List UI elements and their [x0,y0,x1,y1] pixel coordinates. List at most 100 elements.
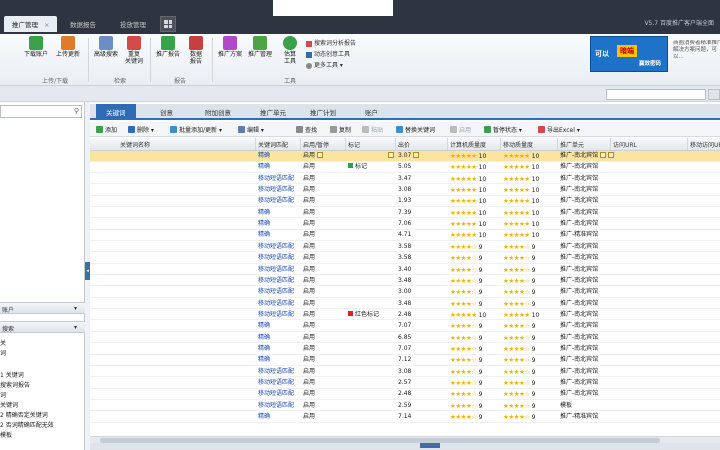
bid-cell[interactable]: 4.71 [398,231,411,239]
advertisement-banner[interactable]: 可以 暗端 赢效密码 [590,36,668,72]
match-type-cell[interactable]: 精确 [258,334,270,342]
bid-cell[interactable]: 3.58 [398,243,411,251]
table-row[interactable]: 移动短语匹配 启用 2.57 ★★★★☆ 9 ★★★★☆ 9 推广-南北宾馆 [90,378,720,389]
search-term-report-link[interactable]: 搜索词分析报告 [306,38,356,47]
status-cell[interactable]: 启用 [303,254,315,262]
match-type-cell[interactable]: 移动短语匹配 [258,175,294,183]
match-type-cell[interactable]: 精确 [258,231,270,239]
ad-group-cell[interactable]: 推广-南北宾馆 [560,288,598,296]
ad-group-cell[interactable]: 推广-南北宾馆 [560,300,598,308]
table-row[interactable]: 精确 启用 7.06 ★★★★★ 10 ★★★★★ 10 推广-南北宾馆 [90,219,720,230]
edit-icon[interactable] [413,152,420,158]
bid-cell[interactable]: 7.06 [398,220,411,228]
bid-cell[interactable]: 3.47 [398,175,411,183]
panel-header-account[interactable]: 账户 ▾ [0,302,85,314]
mark-cell[interactable]: 标记 [348,163,367,171]
ad-group-cell[interactable]: 推广-南北宾馆 [560,311,598,319]
bid-cell[interactable]: 2.48 [398,390,411,398]
status-cell[interactable]: 启用 [303,356,315,364]
account-search-input[interactable] [606,89,706,100]
column-divider[interactable] [500,138,501,151]
status-cell[interactable]: 启用 [303,197,315,205]
promotion-manage-button[interactable]: 推广管理 [244,36,276,58]
bid-cell[interactable]: 1.93 [398,197,411,205]
table-row[interactable]: 移动短语匹配 启用 3.58 ★★★★☆ 9 ★★★★☆ 9 推广-南北宾馆 [90,242,720,253]
ad-group-cell[interactable]: 推广-南北宾馆 [560,379,598,387]
edit-button[interactable]: 编辑 ▾ [238,125,264,134]
table-row[interactable]: 移动短语匹配 启用 3.40 ★★★★☆ 9 ★★★★☆ 9 推广-南北宾馆 [90,265,720,276]
status-cell[interactable]: 启用 [303,402,315,410]
col-mobile-url[interactable]: 移动访问URL [690,140,720,149]
table-row[interactable]: 精确 启用 7.14 ★★★★☆ 9 ★★★★☆ 9 推广-精准宾馆 [90,412,720,423]
table-row[interactable]: 精确 启用 标记 5.05 ★★★★★ 10 ★★★★★ 10 推广-南北宾馆 [90,162,720,173]
match-type-cell[interactable]: 移动短语匹配 [258,311,294,319]
bid-cell[interactable]: 5.05 [398,163,411,171]
table-row[interactable]: 精确 启用 7.07 ★★★★☆ 9 ★★★★☆ 9 推广-南北宾馆 [90,344,720,355]
tree-item[interactable]: 关键词 [0,400,18,409]
table-row[interactable]: 移动短语匹配 启用 3.00 ★★★★☆ 9 ★★★★☆ 9 推广-南北宾馆 [90,287,720,298]
ad-group-cell[interactable]: 推广-精准宾馆 [560,231,598,239]
status-cell[interactable]: 启用 [303,152,323,160]
bid-cell[interactable]: 7.14 [398,413,411,421]
bid-cell[interactable]: 2.57 [398,379,411,387]
match-type-cell[interactable]: 精确 [258,356,270,364]
match-type-cell[interactable]: 移动短语匹配 [258,390,294,398]
status-cell[interactable]: 启用 [303,231,315,239]
status-cell[interactable]: 启用 [303,390,315,398]
download-account-button[interactable]: 下载账户 [20,36,52,58]
close-icon[interactable]: × [44,21,49,29]
col-mobile-quality[interactable]: 移动质量度 [503,140,533,149]
status-cell[interactable]: 启用 [303,220,315,228]
bid-cell[interactable]: 7.12 [398,356,411,364]
column-divider[interactable] [687,138,688,151]
match-type-cell[interactable]: 移动短语匹配 [258,197,294,205]
search-icon[interactable]: ⚲ [74,107,79,115]
status-cell[interactable]: 启用 [303,413,315,421]
ad-group-cell[interactable]: 推广-南北宾馆 [560,209,598,217]
status-cell[interactable]: 启用 [303,368,315,376]
status-cell[interactable]: 启用 [303,379,315,387]
col-url[interactable]: 访问URL [613,140,637,149]
table-row[interactable]: 移动短语匹配 启用 3.58 ★★★★☆ 9 ★★★★☆ 9 推广-南北宾馆 [90,253,720,264]
match-type-cell[interactable]: 移动短语匹配 [258,266,294,274]
tree-item[interactable]: 关 [0,338,6,347]
bid-cell[interactable]: 3.07 [398,152,420,160]
status-cell[interactable]: 启用 [303,345,315,353]
enable-button[interactable]: 启用 [450,125,471,134]
match-type-cell[interactable]: 移动短语匹配 [258,254,294,262]
add-button[interactable]: 添加 [96,125,117,134]
tab-extra-creative[interactable]: 附加创意 [205,107,231,117]
ad-description[interactable]: 商圈消费者精准推广解决方案问题，可以... [673,40,720,70]
mark-cell[interactable]: 红色标记 [348,310,379,319]
export-excel-button[interactable]: 导出Excel ▾ [538,125,580,134]
batch-add-button[interactable]: 批量添加/更新 ▾ [170,125,222,134]
upload-update-button[interactable]: 上传更新 [52,36,84,58]
tab-keywords[interactable]: 关键词 [96,104,136,120]
col-keyword[interactable]: 关键词名称 [120,140,150,149]
col-ad-group[interactable]: 推广单元 [560,140,584,149]
ad-group-cell[interactable]: 推广-南北宾馆 [560,277,598,285]
match-type-cell[interactable]: 精确 [258,220,270,228]
column-divider[interactable] [395,138,396,151]
col-match[interactable]: 关键词匹配 [258,140,288,149]
status-cell[interactable]: 启用 [303,322,315,330]
match-type-cell[interactable]: 精确 [258,413,270,421]
bid-cell[interactable]: 6.85 [398,334,411,342]
paste-button[interactable]: 粘贴 [362,125,383,134]
col-mark[interactable]: 标记 [348,140,360,149]
col-pc-quality[interactable]: 计算机质量度 [450,140,486,149]
expand-panel-handle[interactable] [420,443,440,448]
table-row[interactable]: 精确 启用 7.39 ★★★★★ 10 ★★★★★ 10 推广-南北宾馆 [90,208,720,219]
ad-group-cell[interactable]: 推广-南北宾馆 [560,243,598,251]
tree-item[interactable]: 搜索词报告 [0,380,30,389]
ad-group-cell[interactable]: 推广-南北宾馆 [560,356,598,364]
ad-group-cell[interactable]: 推广-南北宾馆 [560,266,598,274]
status-cell[interactable]: 启用 [303,243,315,251]
status-cell[interactable]: 启用 [303,163,315,171]
match-type-cell[interactable]: 移动短语匹配 [258,368,294,376]
table-row[interactable]: 精确 启用 7.12 ★★★★☆ 9 ★★★★☆ 9 推广-南北宾馆 [90,355,720,366]
tree-search-input[interactable]: ⚲ [0,105,82,118]
ad-group-cell[interactable]: 推广-南北宾馆 [560,197,598,205]
match-type-cell[interactable]: 精确 [258,152,270,160]
ad-group-cell[interactable]: 推广-南北宾馆 [560,390,598,398]
